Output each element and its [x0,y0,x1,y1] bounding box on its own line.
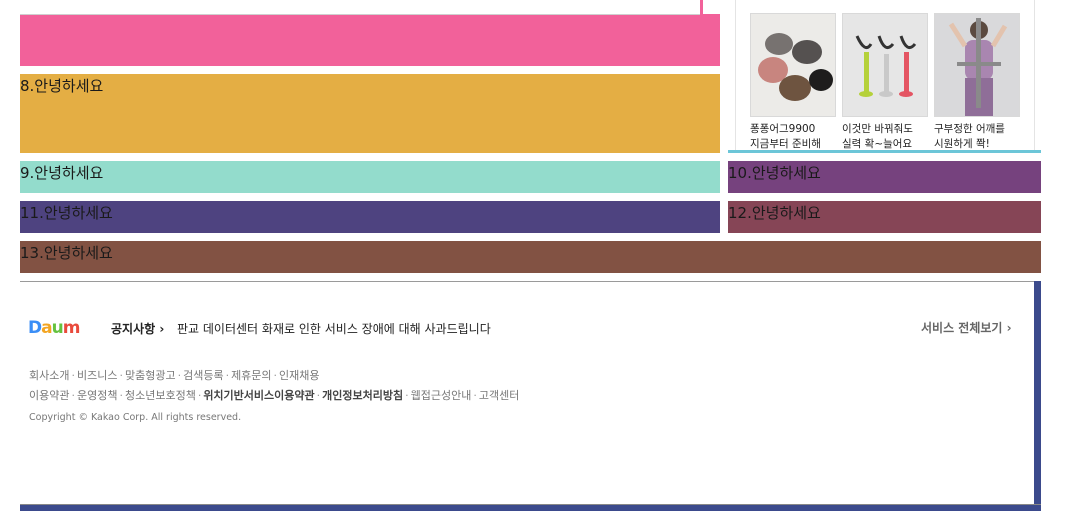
footer-links-row2: 이용약관 · 운영정책 · 청소년보호정책 · 위치기반서비스이용약관 · 개인정보처리방침 · 웹… [29,387,519,403]
separator: · [405,389,409,402]
separator: · [316,389,321,402]
product-text-3-line1: 구부정한 어깨를 [934,123,1005,135]
chevron-right-icon: › [159,322,165,336]
separator: · [119,369,123,382]
separator: · [273,369,278,382]
separator: · [119,389,123,402]
pink-banner-cutout [20,0,700,14]
footer-link-policy[interactable]: 운영정책 [77,389,117,402]
footer-link-ads[interactable]: 맞춤형광고 [125,369,176,382]
block-13: 13.안녕하세요 [20,241,1041,273]
block-12: 12.안녕하세요 [728,201,1041,233]
footer-links-row1: 회사소개 · 비즈니스 · 맞춤형광고 · 검색등록 · 제휴문의 · 인재채용 [29,367,320,383]
footer-link-location-terms[interactable]: 위치기반서비스이용약관 [203,389,314,402]
footer-link-support[interactable]: 고객센터 [479,389,519,402]
daum-logo[interactable]: Daum [28,318,81,338]
separator: · [225,369,230,382]
pink-banner [20,0,723,66]
block-13-label: 13.안녕하세요 [20,244,113,262]
notice-label: 공지사항 [111,322,156,336]
notice-text[interactable]: 판교 데이터센터 화재로 인한 서비스 장애에 대해 사과드립니다 [177,320,491,337]
pink-banner-notch [703,0,723,14]
footer-bottom-frame [20,505,1041,511]
product-text-2-line1: 이것만 바꿔줘도 [842,123,913,135]
product-image-golf-tees[interactable] [842,13,928,117]
footer-link-terms[interactable]: 이용약관 [29,389,69,402]
block-12-label: 12.안녕하세요 [728,204,821,222]
logo-letter-d: D [28,318,42,338]
block-9: 9.안녕하세요 [20,161,720,193]
footer-link-careers[interactable]: 인재채용 [279,369,319,382]
block-10-label: 10.안녕하세요 [728,164,821,182]
notice-link[interactable]: 공지사항 › [111,320,164,337]
footer-link-company[interactable]: 회사소개 [29,369,69,382]
block-11: 11.안녕하세요 [20,201,720,233]
block-9-label: 9.안녕하세요 [20,164,104,182]
logo-letter-m: m [62,318,81,338]
product-panel-underline [728,150,1041,153]
block-8: 8.안녕하세요 [20,74,720,153]
product-text-1[interactable]: 퐁퐁어그9900 지금부터 준비해 [750,122,836,152]
product-text-2[interactable]: 이것만 바꿔줘도 실력 확~늘어요 [842,122,928,152]
footer-link-search-register[interactable]: 검색등록 [183,369,223,382]
product-card-3[interactable]: 구부정한 어깨를 시원하게 쫙! [934,13,1020,152]
product-card-1[interactable]: 퐁퐁어그9900 지금부터 준비해 [750,13,836,152]
logo-letter-u: u [51,318,64,338]
block-8-label: 8.안녕하세요 [20,77,104,95]
product-card-2[interactable]: 이것만 바꿔줘도 실력 확~늘어요 [842,13,928,152]
footer-link-partnership[interactable]: 제휴문의 [231,369,271,382]
separator: · [71,389,75,402]
separator: · [177,369,182,382]
separator: · [197,389,202,402]
footer-link-business[interactable]: 비즈니스 [77,369,117,382]
pink-banner-divider [20,14,700,15]
product-text-3[interactable]: 구부정한 어깨를 시원하게 쫙! [934,122,1020,152]
copyright: Copyright © Kakao Corp. All rights reser… [29,412,242,423]
separator: · [71,369,75,382]
footer-top-border [20,281,1041,282]
block-10: 10.안녕하세요 [728,161,1041,193]
block-11-label: 11.안녕하세요 [20,204,113,222]
product-text-1-line1: 퐁퐁어그9900 [750,123,816,135]
footer-link-youth[interactable]: 청소년보호정책 [125,389,196,402]
logo-letter-a: a [41,318,53,338]
chevron-right-icon: › [1006,321,1012,335]
all-services-link[interactable]: 서비스 전체보기 › [921,319,1012,336]
product-image-posture-bar[interactable] [934,13,1020,117]
product-image-slippers[interactable] [750,13,836,117]
separator: · [473,389,477,402]
footer-link-accessibility[interactable]: 웹접근성안내 [411,389,472,402]
footer-link-privacy[interactable]: 개인정보처리방침 [322,389,403,402]
all-services-label: 서비스 전체보기 [921,321,1003,335]
footer-right-frame [1034,281,1041,511]
product-ad-panel: 퐁퐁어그9900 지금부터 준비해 이것만 바꿔줘도 실력 확~늘어요 구부정한… [735,0,1035,150]
